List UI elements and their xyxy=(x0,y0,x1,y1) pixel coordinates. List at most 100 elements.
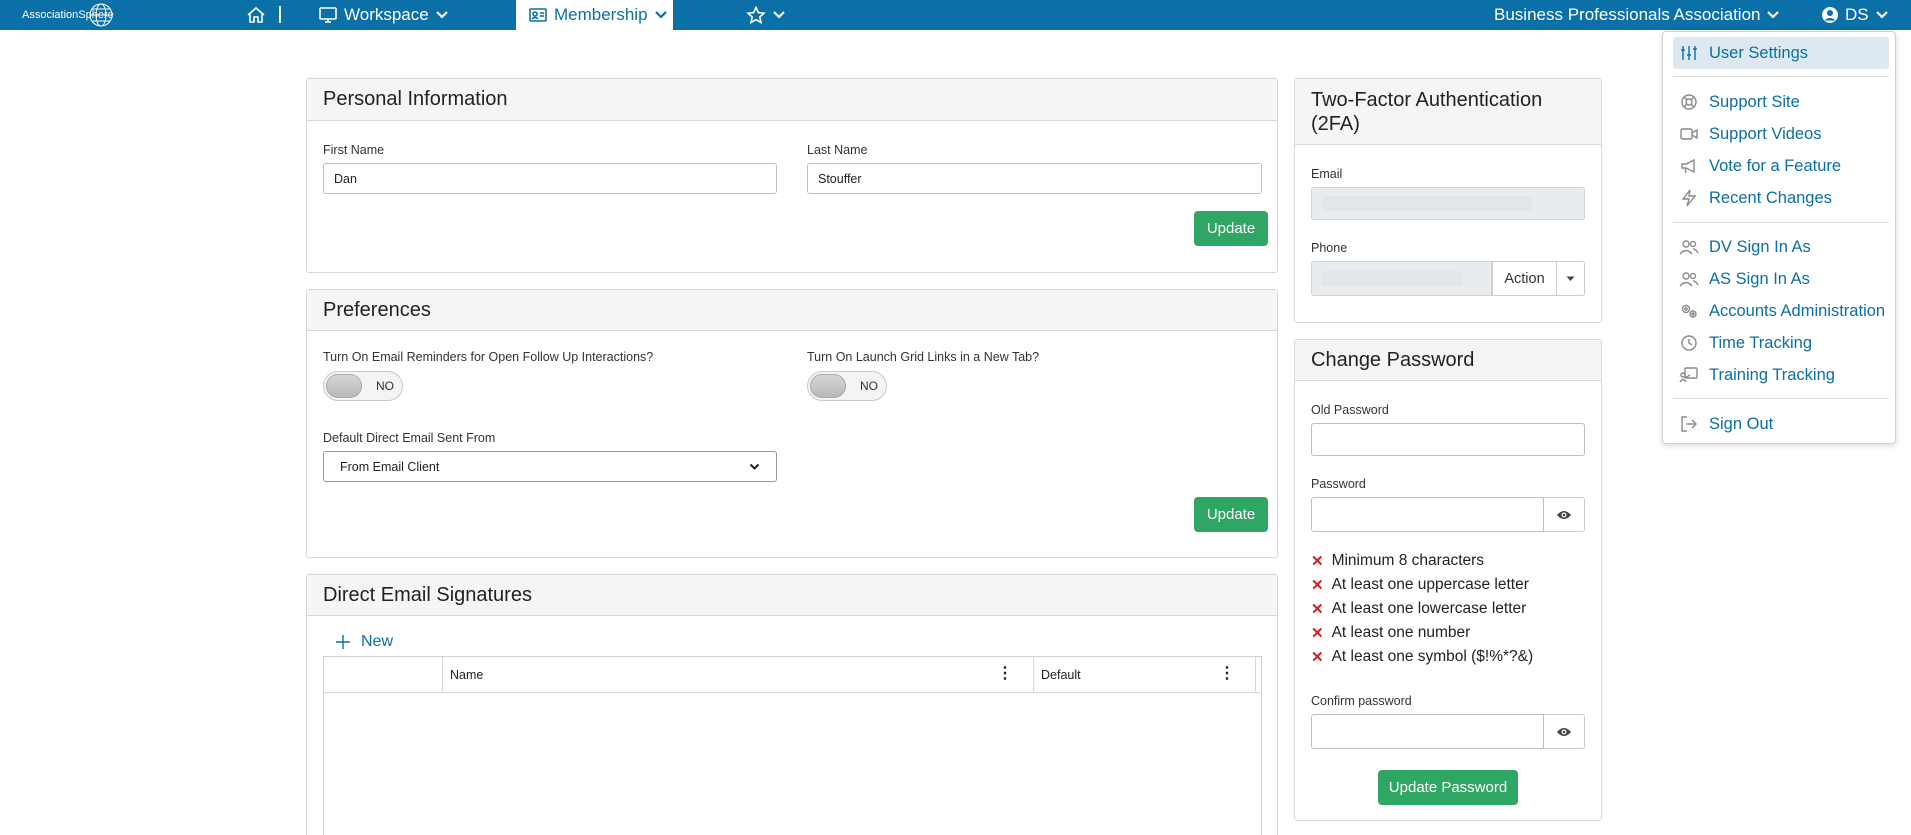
menu-item-label: Vote for a Feature xyxy=(1709,156,1842,175)
menu-item-vote-feature[interactable]: Vote for a Feature xyxy=(1673,150,1889,182)
menu-item-training-tracking[interactable]: Training Tracking xyxy=(1673,359,1889,391)
last-name-input[interactable]: Stouffer xyxy=(807,163,1262,194)
megaphone-icon xyxy=(1681,158,1695,174)
2fa-email-label: Email xyxy=(1311,167,1343,181)
password-rule: ✕ At least one lowercase letter xyxy=(1311,600,1526,618)
confirm-password-input[interactable] xyxy=(1311,714,1544,749)
column-name-label: Name xyxy=(450,668,484,682)
x-icon: ✕ xyxy=(1311,577,1324,594)
personal-information-panel: Personal Information First Name Dan Last… xyxy=(306,78,1278,273)
menu-item-label: User Settings xyxy=(1709,43,1809,62)
column-menu-icon[interactable]: ⋮ xyxy=(997,666,1013,682)
clock-icon xyxy=(1681,335,1697,351)
menu-item-time-tracking[interactable]: Time Tracking xyxy=(1673,327,1889,359)
column-menu-icon[interactable]: ⋮ xyxy=(1219,666,1235,682)
user-dropdown-menu: User Settings Support Site Support Video… xyxy=(1662,31,1896,444)
home-button[interactable] xyxy=(246,0,266,30)
menu-divider xyxy=(1673,222,1889,223)
menu-item-label: Accounts Administration xyxy=(1709,301,1886,320)
membership-menu[interactable]: Membership xyxy=(516,0,673,30)
new-label: New xyxy=(361,633,394,650)
phone-action-dropdown-toggle[interactable] xyxy=(1557,261,1585,296)
x-icon: ✕ xyxy=(1311,649,1324,666)
menu-item-support-site[interactable]: Support Site xyxy=(1673,86,1889,118)
update-password-button[interactable]: Update Password xyxy=(1378,770,1518,805)
password-rule: ✕ At least one uppercase letter xyxy=(1311,576,1529,594)
toggle-confirm-visibility-button[interactable] xyxy=(1544,714,1585,749)
toggle-knob xyxy=(326,374,362,398)
top-navbar: Association Sphere Workspace Membership xyxy=(0,0,1911,30)
column-header-name[interactable]: Name ⋮ xyxy=(443,657,1034,693)
selected-value: From Email Client xyxy=(340,459,440,474)
menu-divider xyxy=(1673,76,1889,77)
gears-icon xyxy=(1681,304,1697,318)
panel-title: Two-Factor Authentication (2FA) xyxy=(1295,79,1601,145)
monitor-icon xyxy=(319,7,337,23)
user-menu-button[interactable]: DS xyxy=(1821,0,1889,30)
new-password-input[interactable] xyxy=(1311,497,1544,532)
grid-links-label: Turn On Launch Grid Links in a New Tab? xyxy=(807,350,1040,364)
panel-title: Change Password xyxy=(1295,340,1601,381)
menu-divider xyxy=(1673,398,1889,399)
plus-icon xyxy=(336,635,350,649)
sign-out-icon xyxy=(1681,416,1697,432)
menu-item-label: Support Videos xyxy=(1709,124,1822,143)
nav-divider xyxy=(279,6,281,23)
eye-icon xyxy=(1557,510,1571,519)
old-password-input[interactable] xyxy=(1311,423,1585,456)
user-circle-icon xyxy=(1822,7,1838,23)
presentation-icon xyxy=(1679,367,1698,383)
association-selector[interactable]: Business Professionals Association xyxy=(1494,0,1780,30)
home-icon xyxy=(247,6,265,23)
menu-item-support-videos[interactable]: Support Videos xyxy=(1673,118,1889,150)
action-label: Action xyxy=(1504,270,1545,287)
signatures-grid: Name ⋮ Default ⋮ xyxy=(323,656,1262,835)
menu-item-user-settings[interactable]: User Settings xyxy=(1673,37,1889,69)
preferences-panel: Preferences Turn On Email Reminders for … xyxy=(306,289,1278,558)
direct-email-select[interactable]: From Email Client xyxy=(323,451,777,482)
globe-icon xyxy=(89,3,113,27)
menu-item-dv-sign-in-as[interactable]: DV Sign In As xyxy=(1673,231,1889,263)
chevron-down-icon xyxy=(435,11,448,19)
column-header-default[interactable]: Default ⋮ xyxy=(1034,657,1256,693)
rule-text: At least one number xyxy=(1331,624,1471,641)
first-name-input[interactable]: Dan xyxy=(323,163,777,194)
chevron-down-icon xyxy=(749,463,760,470)
menu-item-sign-out[interactable]: Sign Out xyxy=(1673,408,1889,440)
update-personal-button[interactable]: Update xyxy=(1194,211,1268,246)
two-factor-auth-panel: Two-Factor Authentication (2FA) Email Ph… xyxy=(1294,78,1602,323)
2fa-phone-input xyxy=(1311,261,1492,296)
favorites-menu[interactable] xyxy=(746,0,786,30)
grid-links-toggle[interactable]: NO xyxy=(807,371,887,401)
panel-title: Preferences xyxy=(307,290,1277,331)
menu-item-accounts-administration[interactable]: Accounts Administration xyxy=(1673,295,1889,327)
update-preferences-button[interactable]: Update xyxy=(1194,497,1268,532)
eye-icon xyxy=(1557,727,1571,736)
menu-item-label: Time Tracking xyxy=(1709,333,1812,352)
menu-item-as-sign-in-as[interactable]: AS Sign In As xyxy=(1673,263,1889,295)
panel-title: Personal Information xyxy=(307,79,1277,121)
id-card-icon xyxy=(529,8,547,22)
chevron-down-icon xyxy=(1875,11,1888,19)
rule-text: At least one lowercase letter xyxy=(1331,600,1527,617)
menu-item-label: Sign Out xyxy=(1709,414,1774,433)
menu-item-recent-changes[interactable]: Recent Changes xyxy=(1673,182,1889,214)
toggle-password-visibility-button[interactable] xyxy=(1544,497,1585,532)
panel-title: Direct Email Signatures xyxy=(307,575,1277,616)
confirm-password-label: Confirm password xyxy=(1311,694,1412,708)
lightning-icon xyxy=(1681,189,1697,207)
workspace-label: Workspace xyxy=(344,5,429,24)
title-line-1: Two-Factor Authentication xyxy=(1311,88,1543,111)
x-icon: ✕ xyxy=(1311,625,1324,642)
caret-down-icon xyxy=(1566,276,1575,281)
email-reminders-label: Turn On Email Reminders for Open Follow … xyxy=(323,350,654,364)
phone-action-button[interactable]: Action xyxy=(1492,261,1557,296)
users-icon xyxy=(1679,240,1699,255)
toggle-state: NO xyxy=(860,379,878,393)
column-default-label: Default xyxy=(1041,668,1081,682)
email-reminders-toggle[interactable]: NO xyxy=(323,371,403,401)
workspace-menu[interactable]: Workspace xyxy=(318,0,449,30)
association-sphere-logo[interactable]: Association Sphere xyxy=(22,2,152,28)
new-signature-button[interactable]: New xyxy=(335,633,393,651)
star-icon xyxy=(746,6,766,24)
